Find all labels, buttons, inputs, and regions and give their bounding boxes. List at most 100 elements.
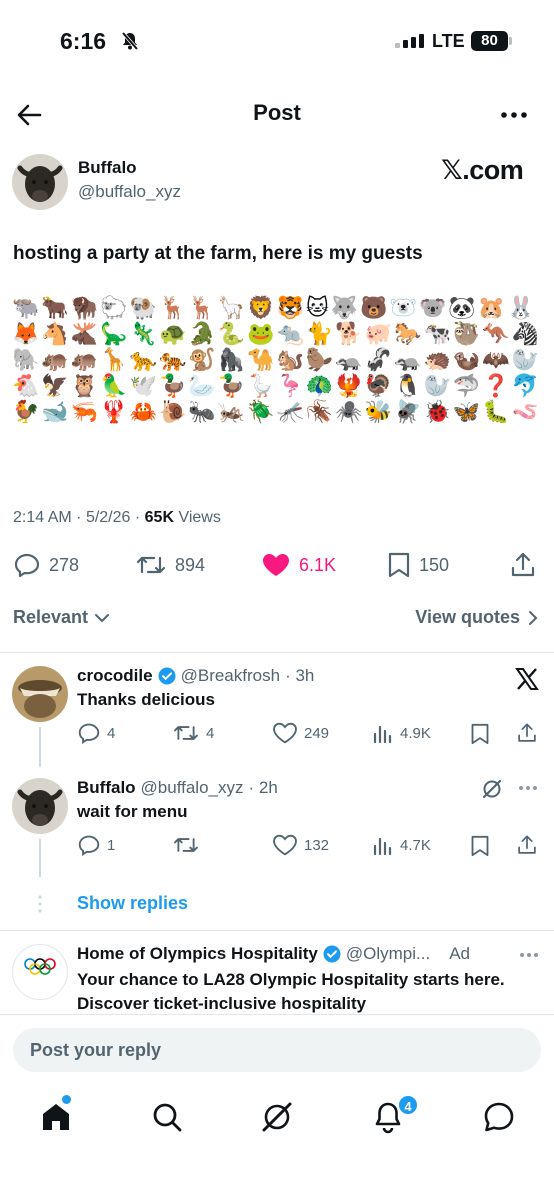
reply-views-count: 4.7K — [400, 836, 431, 854]
home-icon — [43, 1104, 69, 1130]
chevron-down-icon — [95, 613, 110, 622]
view-quotes-link[interactable]: View quotes — [415, 607, 538, 628]
grok-icon[interactable] — [481, 778, 503, 800]
reply-repost-count: 4 — [206, 724, 215, 742]
more-options-icon[interactable] — [516, 778, 540, 798]
verified-badge-icon — [323, 945, 341, 963]
bell-off-icon — [120, 31, 140, 51]
divider — [0, 930, 554, 931]
tab-messages[interactable] — [481, 1099, 517, 1135]
reply-text: wait for menu — [77, 802, 188, 821]
post-time: 2:14 AM — [13, 509, 72, 526]
thread-line — [39, 727, 41, 767]
thread-line — [39, 839, 41, 877]
reply-reply-count: 4 — [107, 724, 116, 742]
x-brand-logo: 𝕏.com — [441, 155, 524, 185]
reply-views-count: 4.9K — [400, 724, 431, 742]
divider — [0, 1014, 554, 1015]
reply-reply-count: 1 — [107, 836, 116, 854]
reply-text: Thanks delicious — [77, 690, 215, 709]
battery-tip — [509, 37, 512, 45]
reply-icon — [78, 835, 100, 856]
reply-count: 278 — [49, 554, 80, 575]
reply-reply-button[interactable]: 1 — [77, 834, 115, 856]
heart-icon — [273, 834, 297, 856]
divider — [0, 652, 554, 653]
show-replies-link[interactable]: Show replies — [77, 893, 188, 914]
tab-home[interactable] — [38, 1099, 74, 1135]
reply-repost-button[interactable]: 4 — [172, 722, 214, 744]
ad-text: Your chance to LA28 Olympic Hospitality … — [77, 970, 505, 1013]
reply-icon — [14, 553, 40, 578]
reply-like-count: 249 — [304, 724, 330, 742]
author-handle[interactable]: @buffalo_xyz — [78, 182, 181, 202]
tab-search[interactable] — [149, 1099, 185, 1135]
reply-time: · 3h — [285, 666, 315, 685]
buffalo-avatar[interactable] — [12, 778, 68, 834]
reply-time: · 2h — [248, 778, 278, 797]
sort-dropdown[interactable]: Relevant — [13, 607, 110, 628]
bookmark-icon[interactable] — [470, 723, 490, 745]
share-icon[interactable] — [516, 722, 538, 744]
x-logo-icon — [515, 667, 539, 691]
like-button[interactable]: 6.1K — [261, 551, 336, 579]
more-options-icon[interactable] — [496, 100, 532, 130]
reply-input[interactable]: Post your reply — [13, 1028, 541, 1072]
home-notification-dot — [62, 1095, 71, 1104]
post-text: hosting a party at the farm, here is my … — [13, 243, 423, 264]
tab-grok[interactable] — [259, 1099, 295, 1135]
reply-like-count: 132 — [304, 836, 330, 854]
signal-icon — [395, 34, 424, 48]
reply-icon — [78, 723, 100, 744]
reply-views-button[interactable]: 4.7K — [372, 834, 431, 856]
verified-badge-icon — [158, 667, 176, 685]
page-title: Post — [253, 100, 301, 125]
analytics-icon — [373, 725, 392, 744]
post-meta: 2:14 AM · 5/2/26 · 65K Views — [13, 509, 221, 526]
repost-count: 894 — [175, 554, 206, 575]
status-time: 6:16 — [60, 28, 107, 54]
reply-author-handle[interactable]: @buffalo_xyz — [141, 778, 244, 798]
bookmark-button[interactable]: 150 — [387, 551, 449, 579]
analytics-icon — [373, 837, 392, 856]
repost-icon — [174, 838, 198, 852]
buffalo-avatar[interactable] — [12, 154, 68, 210]
reply-reply-button[interactable]: 4 — [77, 722, 115, 744]
more-options-icon[interactable] — [517, 945, 541, 965]
reply-header: crocodile @Breakfrosh · 3h — [77, 666, 314, 686]
post-views-count: 65K — [144, 509, 175, 526]
share-icon[interactable] — [509, 551, 537, 579]
notifications-badge: 4 — [397, 1094, 419, 1116]
crocodile-avatar[interactable] — [12, 666, 68, 722]
repost-icon — [136, 556, 166, 574]
reply-repost-button[interactable] — [172, 834, 200, 856]
reply-author-handle[interactable]: @Breakfrosh — [181, 666, 280, 686]
battery-icon: 80 — [471, 31, 508, 51]
post-emoji-list: 🐃🐂🦬🐑🐏🦌🦌🦙🦁🐯🐱🐺🐻🐻‍❄️🐨🐼🐹🐰🦊🐴🫎🦕🦎🐢🐊🐍🐸🐀🐈🐕🐖🐎🐄🦥🦘🦓🐘… — [12, 296, 542, 425]
chevron-right-icon — [529, 610, 538, 625]
share-icon[interactable] — [516, 834, 538, 856]
ad-author-name[interactable]: Home of Olympics Hospitality — [77, 944, 318, 964]
chat-icon — [484, 1102, 514, 1132]
heart-filled-icon — [263, 554, 289, 576]
bookmark-count: 150 — [419, 554, 450, 575]
thread-dots-icon — [37, 894, 43, 914]
network-label: LTE — [432, 31, 465, 51]
reply-like-button[interactable]: 249 — [272, 722, 329, 744]
reply-author-name[interactable]: Buffalo — [77, 778, 136, 798]
olympic-hospitality-logo[interactable] — [12, 944, 68, 1000]
post-date: 5/2/26 — [85, 509, 131, 526]
ad-author-handle[interactable]: @Olympi... — [346, 944, 430, 964]
bookmark-icon[interactable] — [470, 835, 490, 857]
reply-author-name[interactable]: crocodile — [77, 666, 153, 686]
reply-views-button[interactable]: 4.9K — [372, 722, 431, 744]
grok-icon — [262, 1102, 292, 1132]
repost-button[interactable]: 894 — [135, 551, 205, 579]
reply-header: Buffalo @buffalo_xyz · 2h — [77, 778, 278, 798]
heart-icon — [273, 722, 297, 744]
author-name[interactable]: Buffalo — [78, 158, 137, 178]
reply-like-button[interactable]: 132 — [272, 834, 329, 856]
like-count: 6.1K — [299, 554, 337, 575]
reply-button[interactable]: 278 — [13, 551, 79, 579]
view-quotes-label: View quotes — [415, 607, 520, 627]
